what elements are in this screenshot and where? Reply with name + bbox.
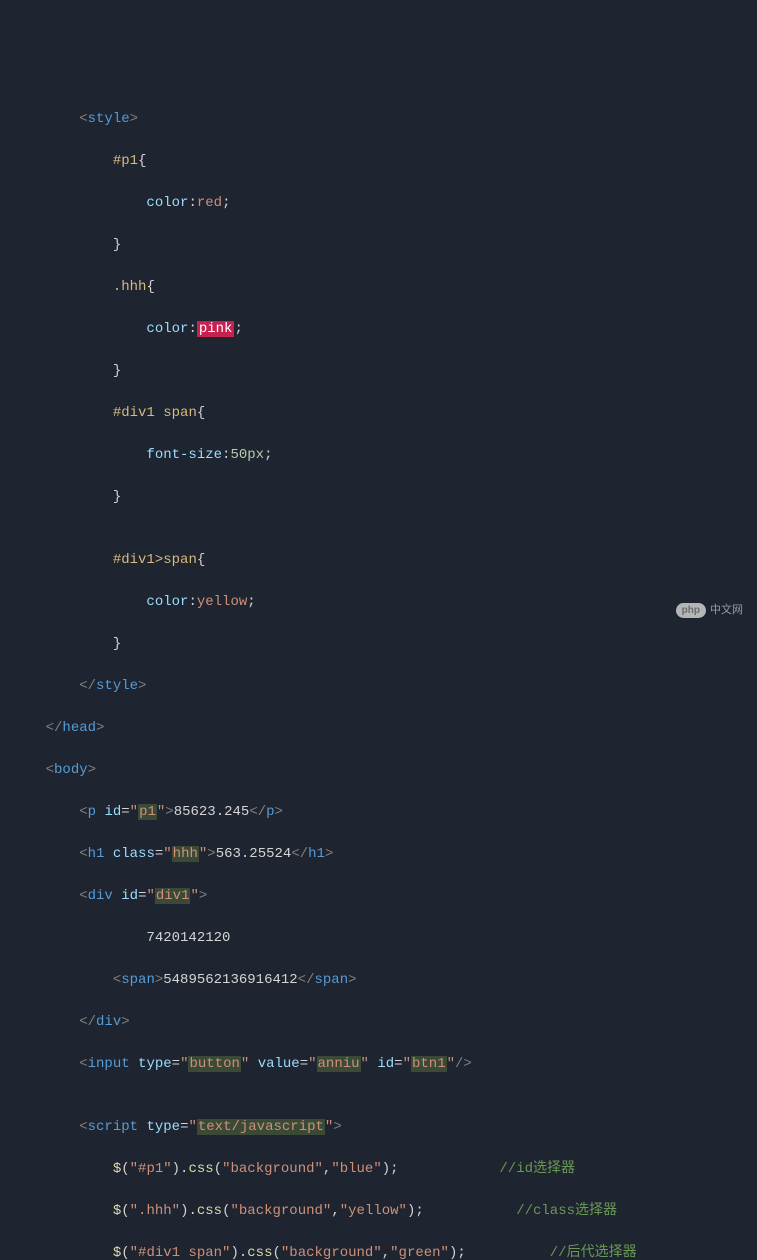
code-line: $("#p1").css("background","blue"); //id选… [0, 1159, 757, 1180]
code-line: } [0, 634, 757, 655]
code-line: } [0, 361, 757, 382]
code-line: <p id="p1">85623.245</p> [0, 802, 757, 823]
code-line: </div> [0, 1012, 757, 1033]
watermark-pill: php [676, 603, 706, 618]
code-line: <body> [0, 760, 757, 781]
code-line: <span>5489562136916412</span> [0, 970, 757, 991]
code-line: <script type="text/javascript"> [0, 1117, 757, 1138]
code-line: #p1{ [0, 151, 757, 172]
code-line: <style> [0, 109, 757, 130]
watermark-text: 中文网 [710, 604, 743, 616]
code-line: <h1 class="hhh">563.25524</h1> [0, 844, 757, 865]
code-line: color:yellow; [0, 592, 757, 613]
code-line: color:pink; [0, 319, 757, 340]
code-line: #div1>span{ [0, 550, 757, 571]
code-line: } [0, 235, 757, 256]
code-line: $("#div1 span").css("background","green"… [0, 1243, 757, 1260]
code-line: #div1 span{ [0, 403, 757, 424]
code-line: $(".hhh").css("background","yellow"); //… [0, 1201, 757, 1222]
code-line: <div id="div1"> [0, 886, 757, 907]
code-line: .hhh{ [0, 277, 757, 298]
code-line: </style> [0, 676, 757, 697]
watermark: php 中文网 [670, 585, 743, 618]
code-editor: <style> #p1{ color:red; } .hhh{ color:pi… [0, 88, 757, 1260]
code-line: <input type="button" value="anniu" id="b… [0, 1054, 757, 1075]
code-line: } [0, 487, 757, 508]
code-line: color:red; [0, 193, 757, 214]
code-line: font-size:50px; [0, 445, 757, 466]
code-line: 7420142120 [0, 928, 757, 949]
code-line: </head> [0, 718, 757, 739]
